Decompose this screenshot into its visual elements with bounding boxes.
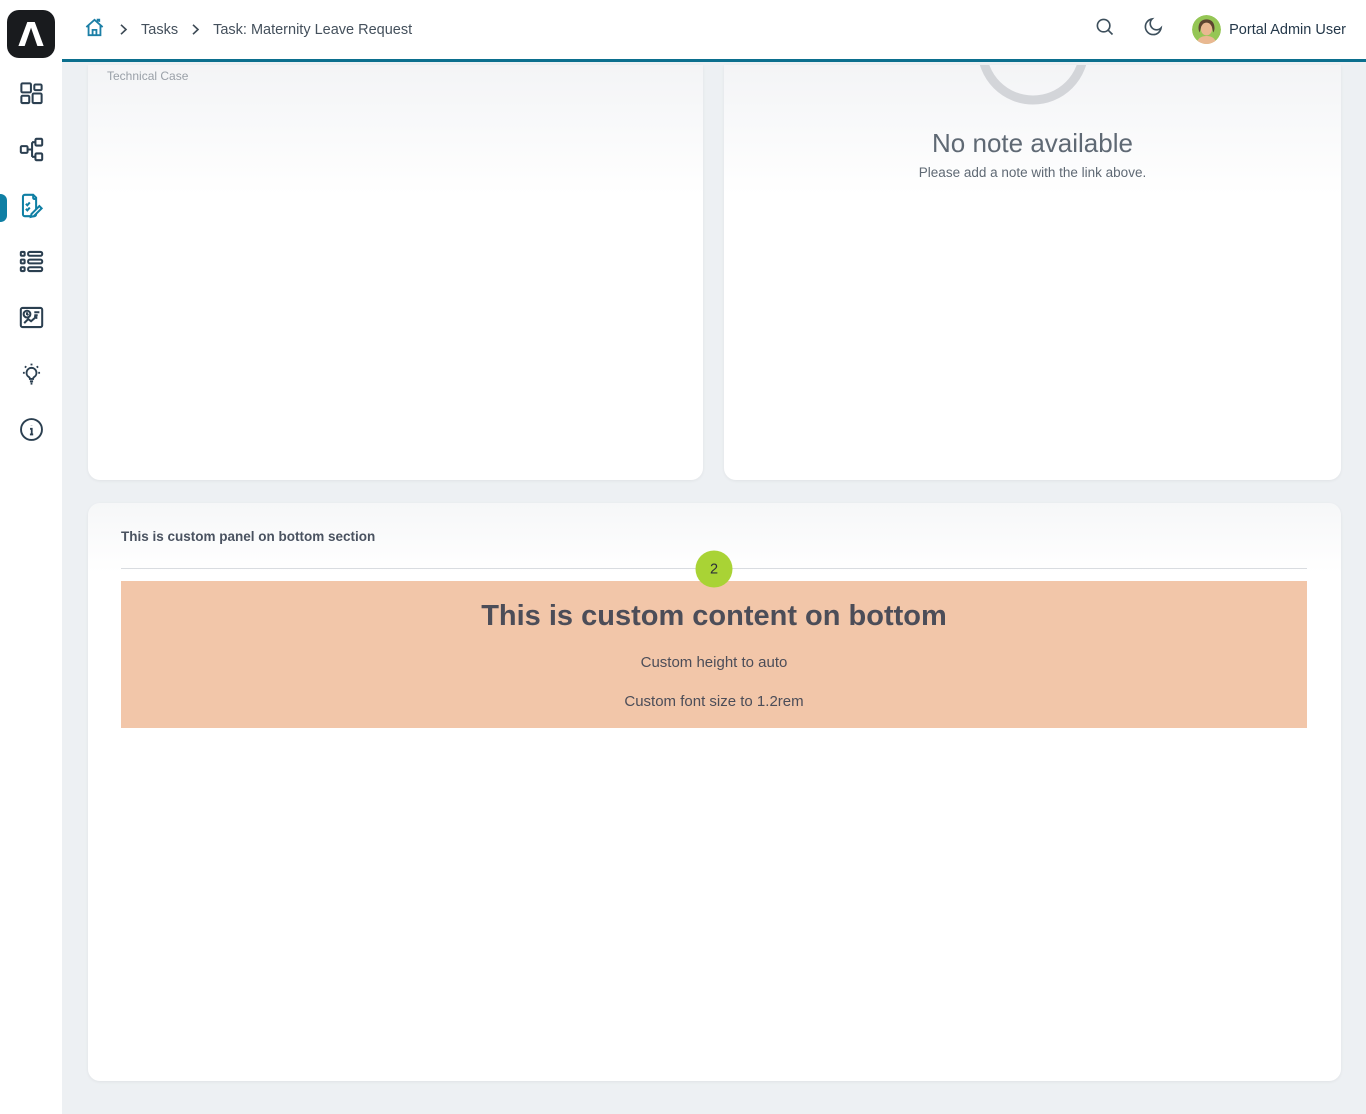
dark-mode-toggle[interactable] bbox=[1136, 13, 1170, 47]
custom-content-line-2: Custom font size to 1.2rem bbox=[121, 692, 1307, 712]
user-name: Portal Admin User bbox=[1229, 22, 1346, 38]
sidebar-item-ideas[interactable] bbox=[0, 348, 62, 404]
org-chart-icon bbox=[18, 136, 45, 168]
count-badge: 2 bbox=[696, 551, 733, 588]
home-breadcrumb-link[interactable] bbox=[83, 16, 106, 44]
chevron-right-icon bbox=[116, 22, 131, 37]
top-panels-row: Technical Case No note available Please … bbox=[88, 65, 1341, 480]
note-empty-title: No note available bbox=[724, 126, 1341, 160]
task-edit-icon bbox=[18, 192, 45, 224]
sidebar-item-reports[interactable] bbox=[0, 292, 62, 348]
avatar bbox=[1192, 15, 1221, 44]
top-header: Tasks Task: Maternity Leave Request bbox=[62, 0, 1366, 62]
breadcrumb-tasks[interactable]: Tasks bbox=[141, 22, 178, 38]
list-icon bbox=[18, 248, 45, 280]
search-icon bbox=[1094, 16, 1116, 43]
sidebar-nav bbox=[0, 68, 62, 460]
sidebar-item-dashboard[interactable] bbox=[0, 68, 62, 124]
info-icon bbox=[18, 416, 45, 448]
user-menu[interactable]: Portal Admin User bbox=[1192, 15, 1346, 44]
sidebar-item-hierarchy[interactable] bbox=[0, 124, 62, 180]
sidebar: Λ bbox=[0, 0, 62, 1114]
main-content: Technical Case No note available Please … bbox=[62, 65, 1366, 1114]
sidebar-item-records[interactable] bbox=[0, 236, 62, 292]
search-button[interactable] bbox=[1088, 13, 1122, 47]
header-actions: Portal Admin User bbox=[1088, 13, 1346, 47]
clock-icon bbox=[975, 65, 1091, 107]
custom-content-block: This is custom content on bottom Custom … bbox=[121, 581, 1307, 728]
lightbulb-icon bbox=[18, 360, 45, 392]
breadcrumb-current-task: Task: Maternity Leave Request bbox=[213, 22, 412, 38]
chevron-right-icon bbox=[188, 22, 203, 37]
grid-icon bbox=[18, 80, 45, 112]
field-label-technical-case: Technical Case bbox=[107, 69, 188, 83]
home-icon bbox=[83, 16, 106, 44]
sidebar-item-tasks[interactable] bbox=[0, 180, 62, 236]
technical-case-panel: Technical Case bbox=[88, 65, 703, 480]
bottom-panel-title: This is custom panel on bottom section bbox=[88, 503, 1341, 544]
custom-bottom-panel: This is custom panel on bottom section 2… bbox=[88, 503, 1341, 1081]
divider: 2 bbox=[121, 568, 1307, 569]
app-logo[interactable]: Λ bbox=[7, 10, 55, 58]
custom-content-heading: This is custom content on bottom bbox=[121, 581, 1307, 634]
note-panel: No note available Please add a note with… bbox=[724, 65, 1341, 480]
sidebar-item-about[interactable] bbox=[0, 404, 62, 460]
report-icon bbox=[18, 304, 45, 336]
breadcrumb: Tasks Task: Maternity Leave Request bbox=[83, 16, 412, 44]
custom-content-line-1: Custom height to auto bbox=[121, 653, 1307, 673]
note-empty-subtitle: Please add a note with the link above. bbox=[724, 165, 1341, 180]
moon-icon bbox=[1142, 16, 1164, 43]
